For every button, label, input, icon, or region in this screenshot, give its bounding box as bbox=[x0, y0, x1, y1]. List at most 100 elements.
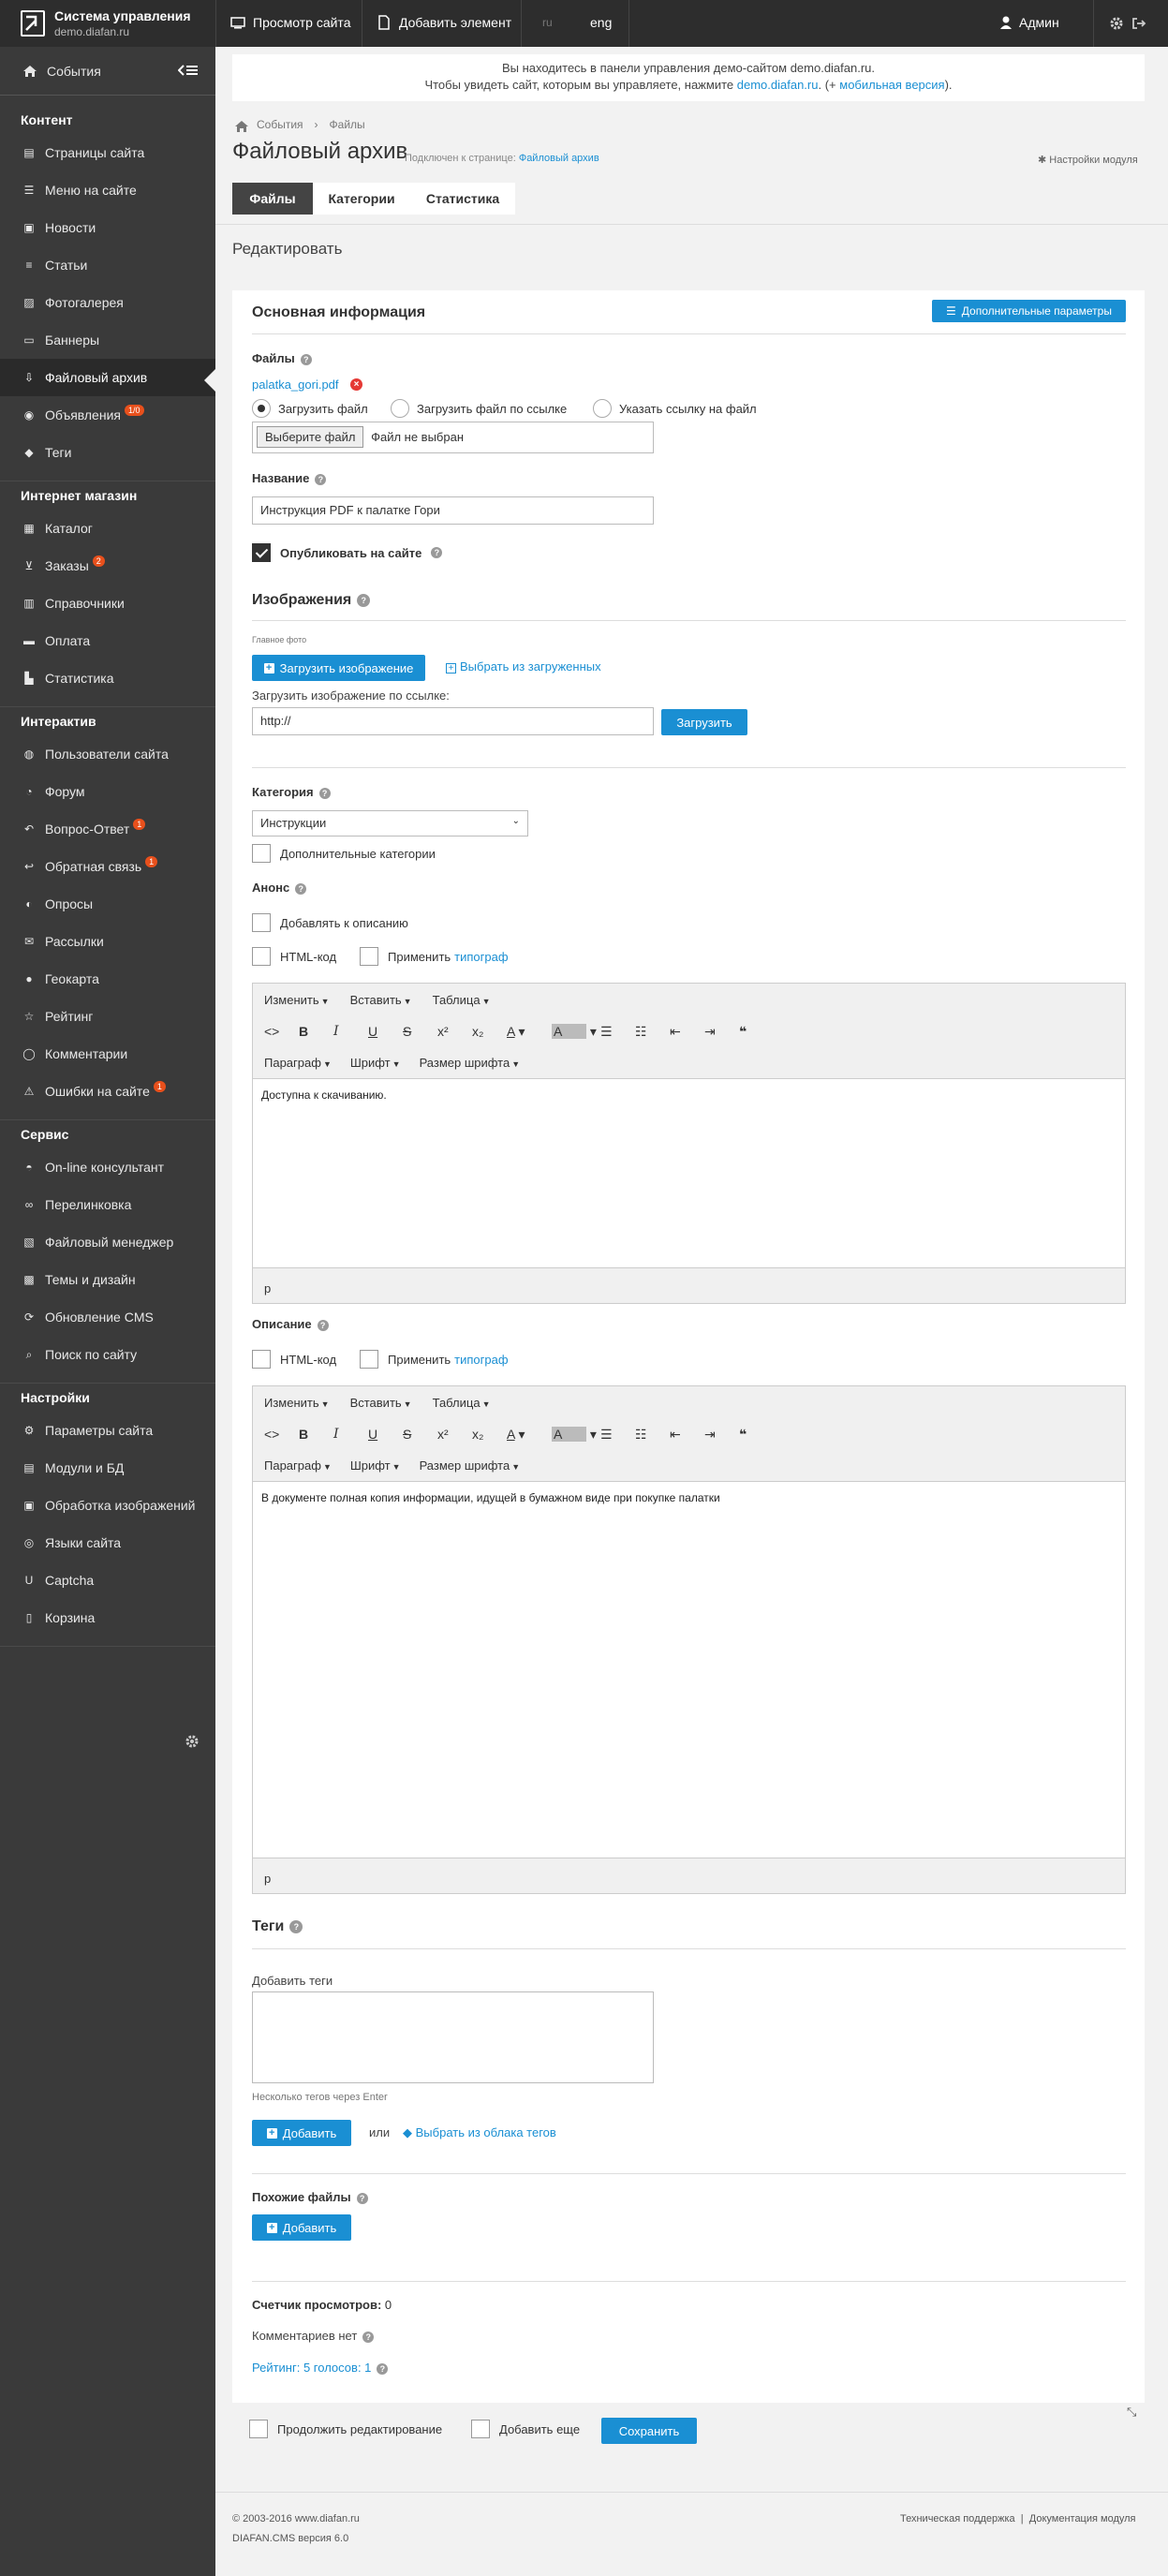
subscript-icon[interactable]: x₂ bbox=[472, 1427, 507, 1442]
strikethrough-icon[interactable]: S bbox=[403, 1427, 437, 1442]
continue-edit-checkbox[interactable]: Продолжить редактирование bbox=[249, 2420, 442, 2438]
menu-paragraph[interactable]: Параграф ▼ bbox=[264, 1056, 332, 1070]
logo-title[interactable]: Система управления bbox=[54, 8, 191, 23]
menu-insert[interactable]: Вставить ▼ bbox=[350, 993, 412, 1007]
sidebar-item-search[interactable]: ⌕ Поиск по сайту bbox=[0, 1336, 215, 1373]
sidebar-item-tag[interactable]: ◆ Теги bbox=[0, 434, 215, 471]
tags-textarea[interactable] bbox=[252, 1991, 654, 2083]
radio-upload-file[interactable]: Загрузить файл bbox=[252, 399, 368, 418]
radio-specify-link[interactable]: Указать ссылку на файл bbox=[593, 399, 757, 418]
lang-eng-link[interactable]: eng bbox=[590, 15, 612, 30]
help-icon[interactable]: ? bbox=[300, 353, 312, 365]
help-icon[interactable]: ? bbox=[431, 547, 443, 558]
anons-editor[interactable]: Изменить ▼ Вставить ▼ Таблица ▼ <> B I U S … bbox=[252, 983, 1126, 1304]
typograph-link[interactable]: типограф bbox=[454, 950, 508, 964]
sidebar-item-ads[interactable]: ◉ Объявления 1/0 bbox=[0, 396, 215, 434]
sidebar-item-cart[interactable]: ⊻ Заказы 2 bbox=[0, 547, 215, 585]
source-code-icon[interactable]: <> bbox=[264, 1024, 299, 1039]
upload-image-button[interactable]: + Загрузить изображение bbox=[252, 655, 425, 681]
sidebar-item-captcha[interactable]: U Captcha bbox=[0, 1562, 215, 1599]
ordered-list-icon[interactable]: ☰ bbox=[600, 1427, 635, 1443]
desc-typograph-checkbox[interactable]: Применить типограф bbox=[360, 1350, 509, 1369]
subscript-icon[interactable]: x₂ bbox=[472, 1024, 507, 1039]
logout-icon[interactable] bbox=[1131, 16, 1146, 31]
extra-params-button[interactable]: ☰ Дополнительные параметры bbox=[932, 300, 1126, 322]
menu-font[interactable]: Шрифт ▼ bbox=[350, 1458, 401, 1473]
tab-statistics[interactable]: Статистика bbox=[410, 183, 515, 215]
choose-uploaded-link[interactable]: + Выбрать из загруженных bbox=[446, 659, 601, 674]
typograph-link[interactable]: типограф bbox=[454, 1353, 508, 1367]
radio-upload-by-link[interactable]: Загрузить файл по ссылке bbox=[391, 399, 567, 418]
source-code-icon[interactable]: <> bbox=[264, 1427, 299, 1442]
text-color-icon[interactable]: A ▾ bbox=[507, 1024, 552, 1040]
view-site-link[interactable]: Просмотр сайта bbox=[230, 15, 350, 30]
help-icon[interactable]: ? bbox=[317, 1319, 329, 1331]
copyright[interactable]: © 2003-2016 www.diafan.ru bbox=[232, 2513, 360, 2524]
save-button[interactable]: Сохранить bbox=[601, 2418, 697, 2444]
sidebar-item-users[interactable]: ◍ Пользователи сайта bbox=[0, 735, 215, 773]
menu-table[interactable]: Таблица ▼ bbox=[433, 1396, 491, 1410]
sidebar-item-catalog[interactable]: ▦ Каталог bbox=[0, 510, 215, 547]
outdent-icon[interactable]: ⇤ bbox=[670, 1024, 704, 1040]
help-icon[interactable]: ? bbox=[315, 473, 327, 485]
menu-font-size[interactable]: Размер шрифта ▼ bbox=[420, 1458, 521, 1473]
strikethrough-icon[interactable]: S bbox=[403, 1024, 437, 1039]
menu-insert[interactable]: Вставить ▼ bbox=[350, 1396, 412, 1410]
sidebar-item-payment[interactable]: ▬ Оплата bbox=[0, 622, 215, 659]
rating-link[interactable]: Рейтинг: 5 голосов: 1 bbox=[252, 2361, 371, 2375]
sidebar-item-poll[interactable]: ◐ Опросы bbox=[0, 885, 215, 923]
menu-edit[interactable]: Изменить ▼ bbox=[264, 993, 330, 1007]
name-input[interactable]: Инструкция PDF к палатке Гори bbox=[252, 496, 654, 525]
sidebar-item-error[interactable]: ⚠ Ошибки на сайте 1 bbox=[0, 1073, 215, 1110]
desc-html-checkbox[interactable]: HTML-код bbox=[252, 1350, 336, 1369]
description-text[interactable]: В документе полная копия информации, иду… bbox=[261, 1491, 720, 1504]
blockquote-icon[interactable]: ❝ bbox=[739, 1024, 774, 1040]
choose-cloud-link[interactable]: ◆ Выбрать из облака тегов bbox=[403, 2125, 556, 2140]
sidebar-item-article[interactable]: ≡ Статьи bbox=[0, 246, 215, 284]
sidebar-item-theme[interactable]: ▩ Темы и дизайн bbox=[0, 1261, 215, 1298]
help-icon[interactable]: ? bbox=[318, 787, 331, 799]
bold-icon[interactable]: B bbox=[299, 1427, 333, 1442]
demo-site-link[interactable]: demo.diafan.ru bbox=[737, 78, 819, 92]
gear-icon[interactable] bbox=[1109, 16, 1124, 31]
sidebar-item-photo[interactable]: ▨ Фотогалерея bbox=[0, 284, 215, 321]
text-color-icon[interactable]: A ▾ bbox=[507, 1427, 552, 1443]
italic-icon[interactable]: I bbox=[333, 1024, 368, 1039]
sidebar-item-comment[interactable]: ◯ Комментарии bbox=[0, 1035, 215, 1073]
outdent-icon[interactable]: ⇤ bbox=[670, 1427, 704, 1443]
help-icon[interactable]: ? bbox=[295, 882, 307, 895]
menu-font[interactable]: Шрифт ▼ bbox=[350, 1056, 401, 1070]
sidebar-item-modules[interactable]: ▤ Модули и БД bbox=[0, 1449, 215, 1487]
sidebar-item-map-marker[interactable]: ● Геокарта bbox=[0, 960, 215, 998]
superscript-icon[interactable]: x² bbox=[437, 1427, 472, 1442]
sidebar-item-forum[interactable]: ◔ Форум bbox=[0, 773, 215, 810]
lang-ru-link[interactable]: ru bbox=[542, 16, 553, 29]
collapse-sidebar-icon[interactable] bbox=[177, 63, 199, 78]
category-select[interactable]: Инструкции ⌄ bbox=[252, 810, 528, 836]
bullet-list-icon[interactable]: ☷ bbox=[635, 1427, 670, 1443]
add-tag-button[interactable]: + Добавить bbox=[252, 2120, 351, 2146]
add-similar-button[interactable]: + Добавить bbox=[252, 2214, 351, 2241]
module-settings-link[interactable]: ✱ Настройки модуля bbox=[1038, 154, 1138, 166]
file-input[interactable]: Выберите файл Файл не выбран bbox=[252, 422, 654, 453]
tab-categories[interactable]: Категории bbox=[313, 183, 410, 215]
menu-edit[interactable]: Изменить ▼ bbox=[264, 1396, 330, 1410]
help-icon[interactable]: ? bbox=[377, 2362, 389, 2375]
bullet-list-icon[interactable]: ☷ bbox=[635, 1024, 670, 1040]
file-link[interactable]: palatka_gori.pdf bbox=[252, 378, 339, 392]
sidebar-item-feedback[interactable]: ↩ Обратная связь 1 bbox=[0, 848, 215, 885]
anons-typograph-checkbox[interactable]: Применить типограф bbox=[360, 947, 509, 966]
sidebar-item-download[interactable]: ⇩ Файловый архив bbox=[0, 359, 215, 396]
admin-link[interactable]: Админ bbox=[998, 15, 1059, 30]
sidebar-item-trash[interactable]: ▯ Корзина bbox=[0, 1599, 215, 1636]
help-icon[interactable]: ? bbox=[356, 2192, 368, 2204]
sidebar-item-stats[interactable]: ▙ Статистика bbox=[0, 659, 215, 697]
sidebar-item-news[interactable]: ▣ Новости bbox=[0, 209, 215, 246]
sidebar-item-image-process[interactable]: ▣ Обработка изображений bbox=[0, 1487, 215, 1524]
background-color-icon[interactable]: A ▾ bbox=[552, 1426, 600, 1443]
blockquote-icon[interactable]: ❝ bbox=[739, 1427, 774, 1443]
sidebar-item-file-manager[interactable]: ▧ Файловый менеджер bbox=[0, 1223, 215, 1261]
description-editor[interactable]: Изменить ▼ Вставить ▼ Таблица ▼ <> B I U S … bbox=[252, 1385, 1126, 1894]
superscript-icon[interactable]: x² bbox=[437, 1024, 472, 1039]
sidebar-item-star[interactable]: ☆ Рейтинг bbox=[0, 998, 215, 1035]
